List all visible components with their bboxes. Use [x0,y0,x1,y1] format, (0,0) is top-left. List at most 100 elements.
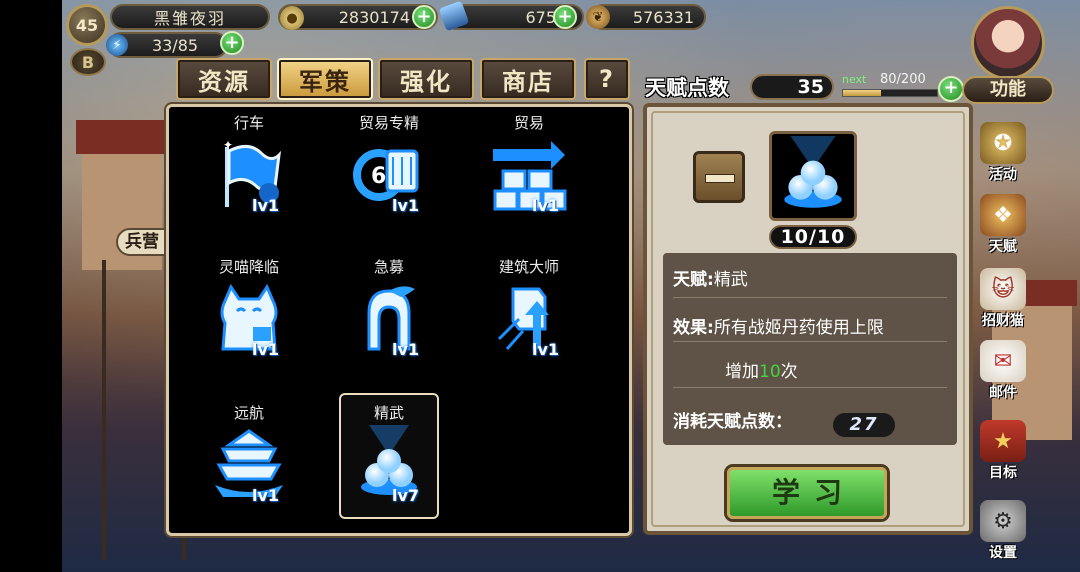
talent-name: 建筑大师 [498,258,559,276]
tab-label: 强化 [400,67,452,96]
tab-shop[interactable]: 商店 [480,58,576,100]
talent-level: lv1 [391,196,419,215]
tab-resources[interactable]: 资源 [176,58,272,100]
talent-level: lv1 [251,196,279,215]
effect-suffix: 次 [780,362,798,382]
leaf-amount: 576331 [632,7,694,27]
minus-button[interactable] [693,151,745,203]
side-item-talent[interactable]: ❖ 天赋 [975,194,1031,256]
talent-level: lv1 [531,196,559,215]
talent-points-label: 天赋点数 [645,76,729,100]
tab-label: 商店 [502,67,554,96]
talent-detail-panel: 10/10 天赋:精武 效果:所有战姬丹药使用上限 增加10次 消耗天赋点数： … [643,103,973,535]
divider [673,297,947,298]
side-item-label: 邮件 [989,385,1017,401]
tab-label: 军策 [299,67,351,96]
add-talent-points-button[interactable]: + [938,76,964,102]
side-item-mail[interactable]: ✉ 邮件 [975,340,1031,402]
effect-label: 效果: [673,318,714,338]
svg-text:✦: ✦ [223,138,233,152]
side-item-label: 活动 [989,167,1017,183]
talent-voyage[interactable]: 远航 lv1 [199,403,299,519]
lucky-cat-icon: 😺 [980,268,1026,310]
side-item-target[interactable]: ★ 目标 [975,420,1031,482]
side-item-lucky-cat[interactable]: 😺 招财猫 [975,268,1031,330]
talent-building-master[interactable]: 建筑大师 lv1 [479,257,579,373]
next-progress-bar [842,89,938,97]
cost-value: 27 [833,413,895,437]
talent-name-line: 天赋:精武 [673,265,748,290]
learn-button[interactable]: 学习 [727,467,887,519]
gold-amount: 2830174 [338,7,410,27]
effect-prefix: 增加 [725,362,759,382]
talent-trade-mastery[interactable]: 贸易专精 6 lv1 [339,113,439,229]
leaf-icon: ❦ [586,5,610,29]
trade-crates-icon: lv1 [489,135,569,215]
talent-name: 精武 [373,404,404,422]
player-level: 45 [75,15,99,35]
vip-badge[interactable]: B [70,48,106,76]
add-gold-button[interactable]: + [412,5,436,29]
side-item-settings[interactable]: ⚙ 设置 [975,500,1031,562]
helmet-icon: lv1 [349,279,429,359]
ship-icon: lv1 [209,425,289,505]
lightning-icon: ⚡ [106,34,128,56]
talent-icon: ❖ [980,194,1026,236]
function-label: 功能 [962,76,1054,104]
talent-level: lv1 [531,340,559,359]
side-item-label: 天赋 [989,239,1017,255]
trade-mastery-icon: 6 lv1 [349,135,429,215]
gem-amount: 675 [525,7,556,27]
divider [673,387,947,388]
side-item-label: 设置 [989,545,1017,561]
talent-name-label: 天赋: [673,270,714,290]
talent-name: 行车 [233,114,264,132]
vip-level: B [81,52,95,72]
talent-level: lv1 [251,486,279,505]
talent-level: lv1 [251,340,279,359]
add-energy-button[interactable]: + [220,31,244,55]
player-name: 黑雏夜羽 [153,9,226,28]
target-icon: ★ [980,420,1026,462]
cost-line: 消耗天赋点数： [673,407,792,432]
function-menu-button[interactable]: 功能 [962,6,1054,110]
effect-line2: 增加10次 [725,357,798,382]
next-label: next [842,73,867,86]
next-progress-fill [843,90,881,96]
tab-enhance[interactable]: 强化 [378,58,474,100]
mail-icon: ✉ [980,340,1026,382]
talent-martial-selected[interactable]: 精武 lv7 [339,393,439,519]
tab-military-strategy[interactable]: 军策 [277,58,373,100]
talent-lucky-cat[interactable]: 灵喵降临 lv1 [199,257,299,373]
talent-name: 急募 [373,258,404,276]
effect-number: 10 [759,362,781,382]
talent-level: lv7 [391,486,419,505]
side-item-activity[interactable]: ✪ 活动 [975,122,1031,184]
player-level-badge[interactable]: 45 [66,4,108,46]
talent-name-value: 精武 [713,270,748,290]
divider [673,341,947,342]
next-value: 80/200 [880,72,926,87]
talent-count: 10/10 [769,225,857,249]
talent-name: 远航 [233,404,264,422]
player-name-pill: 黑雏夜羽 [110,4,270,30]
help-button[interactable]: ? [584,58,630,100]
tab-label: 资源 [198,67,250,96]
talent-recruit[interactable]: 急募 lv1 [339,257,439,373]
activity-icon: ✪ [980,122,1026,164]
talent-trade[interactable]: 贸易 lv1 [479,113,579,229]
add-gem-button[interactable]: + [553,5,577,29]
building-master-icon: lv1 [489,279,569,359]
talent-points-value: 35 [750,74,834,100]
talent-travel[interactable]: 行车 ✦ lv1 [199,113,299,229]
lucky-cat-icon: lv1 [209,279,289,359]
cost-label: 消耗天赋点数： [673,412,792,432]
svg-text:6: 6 [371,164,386,189]
talent-name: 灵喵降临 [218,258,279,276]
talent-level: lv1 [391,340,419,359]
gear-icon: ⚙ [980,500,1026,542]
effect-text-line1: 所有战姬丹药使用上限 [713,318,884,338]
avatar [971,6,1045,80]
barracks-tag[interactable]: 兵营 [116,228,168,256]
effect-line: 效果:所有战姬丹药使用上限 [673,313,884,338]
